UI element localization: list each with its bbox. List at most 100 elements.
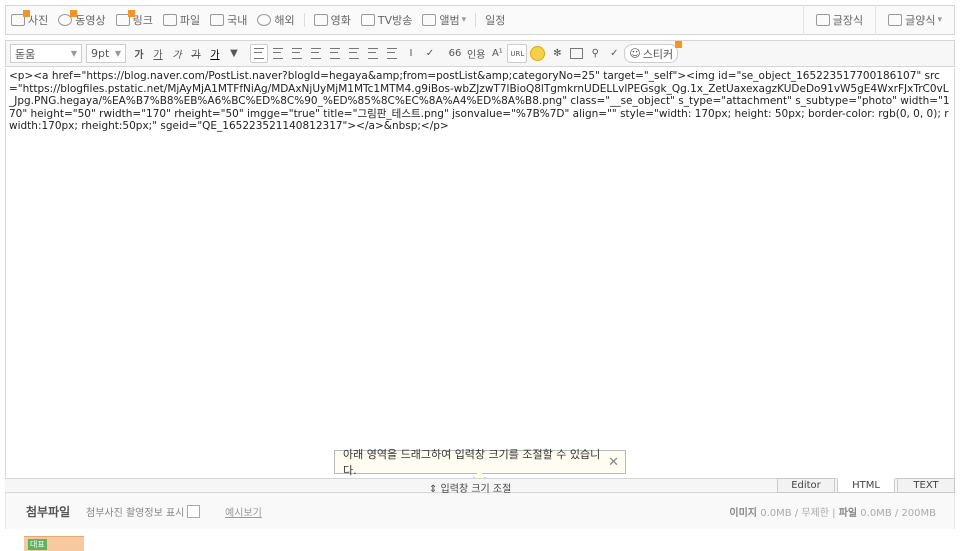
- sticker-button[interactable]: ☺ 스티커: [624, 41, 683, 63]
- resize-handle[interactable]: ⇕ 입력창 크기 조절 Editor HTML TEXT: [5, 478, 955, 495]
- justify-button[interactable]: [307, 44, 325, 63]
- align-left-button[interactable]: [250, 44, 268, 63]
- file-usage-limit: 200MB: [901, 508, 936, 519]
- highlight-icon[interactable]: ▼: [225, 44, 243, 63]
- sticker-label: 스티커: [642, 47, 674, 61]
- emoticon-icon[interactable]: [528, 44, 547, 63]
- toolbar-item-label: 링크: [132, 14, 153, 27]
- film-icon: [313, 14, 328, 26]
- line-spacing-button[interactable]: [326, 44, 344, 63]
- toolbar-separator: [303, 13, 305, 27]
- show-photo-info[interactable]: 첨부사진 촬영정보 표시: [86, 504, 201, 519]
- toolbar-item-label: 글장식: [832, 14, 864, 27]
- image-usage-limit: 무제한: [801, 508, 829, 519]
- spellcheck-icon[interactable]: ✓: [421, 44, 439, 63]
- search-icon[interactable]: ⚲: [586, 44, 604, 63]
- file-usage-size: 0.0MB: [860, 508, 892, 519]
- asterisk-icon[interactable]: ✻: [548, 44, 566, 63]
- toolbar-item-label: 일정: [485, 14, 506, 27]
- image-usage-label: 이미지: [729, 508, 758, 519]
- resize-tooltip: 아래 영역을 드래그하여 입력창 크기를 조절할 수 있습니다. ✕: [334, 448, 626, 477]
- toolbar-item-label: 앨범: [439, 14, 460, 27]
- show-photo-info-checkbox[interactable]: [187, 505, 201, 518]
- insert-schedule-button[interactable]: 일정: [480, 5, 510, 35]
- mode-tab-html[interactable]: HTML: [837, 478, 895, 493]
- map-icon: [210, 14, 225, 26]
- html-source-editor[interactable]: <p><a href="https://blog.naver.com/PostL…: [5, 68, 955, 478]
- font-family-value: 돋움: [15, 47, 36, 61]
- insert-film-button[interactable]: 영화: [309, 5, 356, 35]
- new-badge: [70, 10, 78, 17]
- superscript-button[interactable]: A¹: [488, 44, 506, 63]
- toolbar-item-label: TV방송: [377, 14, 413, 27]
- insert-link-button[interactable]: 링크: [111, 5, 158, 35]
- representative-badge: 대표: [28, 539, 47, 550]
- new-badge: [127, 10, 135, 17]
- italic-button[interactable]: 가: [168, 44, 186, 63]
- font-size-select[interactable]: 9pt ▼: [86, 44, 126, 63]
- globe-icon: [257, 14, 272, 26]
- spell-icon[interactable]: ✓: [605, 44, 623, 63]
- special-char-button[interactable]: 인용: [465, 44, 487, 63]
- new-badge: [23, 10, 30, 17]
- smile-icon: ☺: [629, 47, 641, 60]
- format-toolbar: 돋움 ▼ 9pt ▼ 가 가 가 가 가 ▼ I ✓ 66 인용 A¹ URL ✻ …: [5, 40, 955, 67]
- template-icon: [888, 14, 903, 26]
- show-photo-info-label: 첨부사진 촬영정보 표시: [86, 508, 185, 519]
- font-size-value: 9pt: [91, 47, 110, 60]
- new-badge: [675, 41, 683, 48]
- font-family-select[interactable]: 돋움 ▼: [10, 44, 82, 63]
- toolbar-item-label: 영화: [330, 14, 351, 27]
- photo-icon: [11, 10, 30, 26]
- mode-tab-text[interactable]: TEXT: [897, 478, 955, 493]
- video-icon: [58, 10, 78, 26]
- text-decoration-button[interactable]: 글장식: [802, 5, 875, 35]
- insert-globe-button[interactable]: 해외: [252, 5, 299, 35]
- link-icon: [115, 10, 135, 26]
- tv-icon: [360, 14, 375, 26]
- text-format-button[interactable]: I: [402, 44, 420, 63]
- chevron-down-icon[interactable]: ▾: [937, 15, 942, 25]
- toolbar-item-label: 국내: [227, 14, 248, 27]
- insert-map-button[interactable]: 국내: [205, 5, 252, 35]
- url-button[interactable]: URL: [507, 44, 528, 63]
- bold-button[interactable]: 가: [130, 44, 148, 63]
- preview-link[interactable]: 예시보기: [225, 504, 262, 519]
- toolbar-item-label: 동영상: [75, 14, 106, 27]
- chevron-down-icon[interactable]: ▾: [462, 15, 467, 25]
- text-template-button[interactable]: 글양식 ▾: [875, 5, 954, 35]
- quote-button[interactable]: 66: [446, 44, 464, 63]
- align-center-button[interactable]: [269, 44, 287, 63]
- underline-button[interactable]: 가: [149, 44, 167, 63]
- insert-photo-button[interactable]: 사진: [6, 5, 53, 35]
- attachment-usage: 이미지 0.0MB / 무제한 | 파일 0.0MB / 200MB: [729, 508, 936, 519]
- chevron-down-icon: ▼: [114, 49, 121, 58]
- text-color-button[interactable]: 가: [206, 44, 224, 63]
- insert-toolbar: 사진 동영상 링크 파일 국내 해외 영화 TV방송 앨범 ▾ 일정 글장식 글양식 ▾: [5, 5, 955, 35]
- html-source-text[interactable]: <p><a href="https://blog.naver.com/PostL…: [9, 70, 951, 133]
- insert-album-button[interactable]: 앨범 ▾: [417, 5, 471, 35]
- align-right-button[interactable]: [288, 44, 306, 63]
- toolbar-item-label: 파일: [179, 14, 201, 27]
- insert-tv-button[interactable]: TV방송: [356, 5, 417, 35]
- insert-file-button[interactable]: 파일: [158, 5, 205, 35]
- pencil-icon: [815, 14, 830, 26]
- table-icon[interactable]: [567, 44, 585, 63]
- close-icon[interactable]: ✕: [608, 455, 619, 470]
- attachment-thumbnail[interactable]: 대표: [24, 536, 84, 551]
- album-icon: [422, 14, 437, 26]
- chevron-down-icon: ▼: [70, 49, 77, 58]
- mode-tab-editor[interactable]: Editor: [777, 478, 835, 493]
- ordered-list-button[interactable]: [345, 44, 363, 63]
- indent-button[interactable]: [383, 44, 401, 63]
- outdent-button[interactable]: [364, 44, 382, 63]
- attachment-title: 첨부파일: [26, 505, 71, 519]
- image-usage-size: 0.0MB: [760, 508, 792, 519]
- file-icon: [162, 14, 177, 26]
- insert-video-button[interactable]: 동영상: [53, 5, 110, 35]
- toolbar-item-label: 글양식: [905, 14, 936, 27]
- file-usage-label: 파일: [838, 508, 858, 519]
- toolbar-item-label: 해외: [274, 14, 295, 27]
- toolbar-separator: [475, 13, 477, 27]
- strike-button[interactable]: 가: [187, 44, 205, 63]
